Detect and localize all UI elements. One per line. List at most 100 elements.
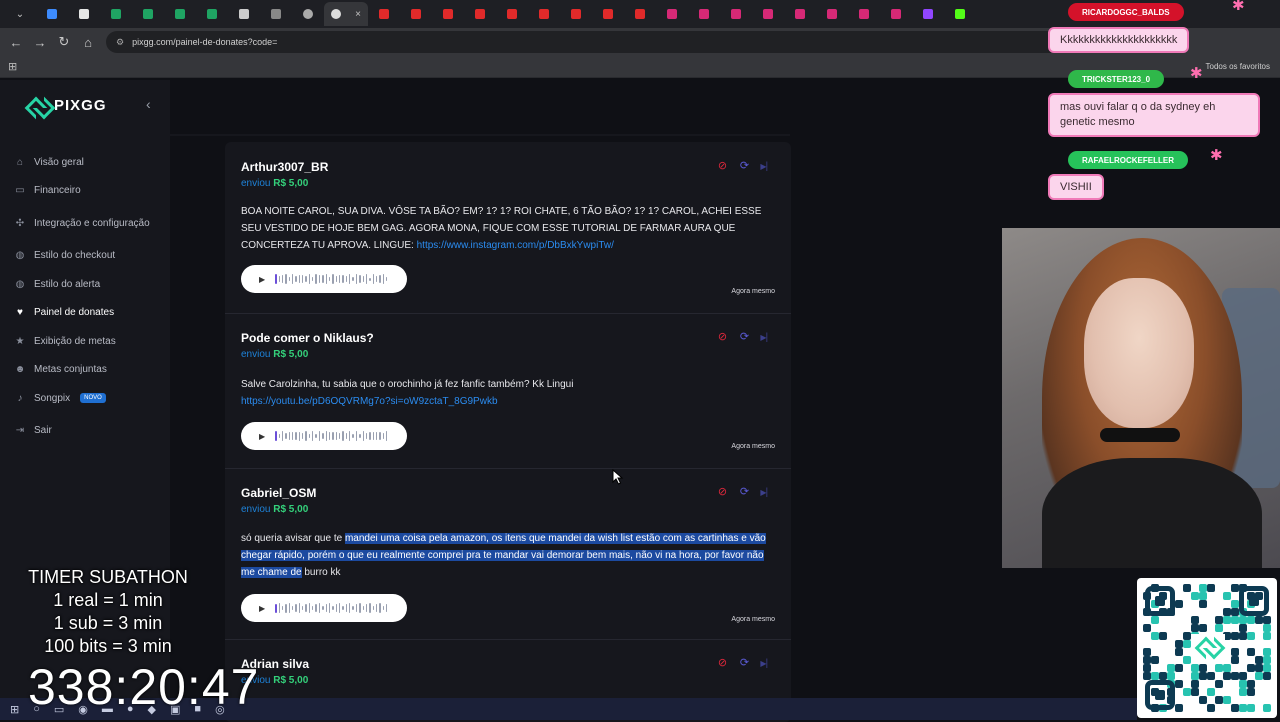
browser-tab[interactable] bbox=[464, 2, 496, 26]
audio-player[interactable]: ▶ bbox=[241, 265, 407, 293]
browser-tab[interactable] bbox=[880, 2, 912, 26]
browser-tab[interactable] bbox=[496, 2, 528, 26]
audio-player[interactable]: ▶ bbox=[241, 422, 407, 450]
windows-start-icon[interactable]: ⊞ bbox=[10, 703, 19, 716]
waveform-bar bbox=[338, 432, 341, 440]
browser-tab[interactable] bbox=[944, 2, 976, 26]
waveform-bar bbox=[349, 274, 351, 284]
play-icon[interactable]: ▶ bbox=[259, 432, 265, 441]
message-link[interactable]: https://youtu.be/pD6OQVRMg7o?si=oW9zctaT… bbox=[241, 396, 498, 407]
browser-tab[interactable] bbox=[292, 2, 324, 26]
waveform-bar bbox=[342, 431, 344, 441]
browser-tab[interactable] bbox=[912, 2, 944, 26]
replay-icon[interactable]: ⟳ bbox=[738, 331, 751, 344]
all-bookmarks-link[interactable]: Todos os favoritos bbox=[1206, 62, 1270, 71]
qr-module bbox=[1239, 640, 1247, 648]
play-icon[interactable]: ▶ bbox=[259, 604, 265, 613]
site-info-icon[interactable]: ⚙ bbox=[116, 37, 124, 48]
browser-tab[interactable] bbox=[560, 2, 592, 26]
qr-module bbox=[1231, 648, 1239, 656]
close-icon[interactable]: × bbox=[355, 9, 361, 20]
sidebar-item-visao-geral[interactable]: ⌂ Visão geral bbox=[14, 148, 164, 177]
browser-tab[interactable] bbox=[68, 2, 100, 26]
qr-module bbox=[1191, 672, 1199, 680]
browser-tab[interactable] bbox=[784, 2, 816, 26]
browser-tab[interactable] bbox=[528, 2, 560, 26]
browser-tab[interactable] bbox=[816, 2, 848, 26]
browser-tab[interactable] bbox=[752, 2, 784, 26]
home-icon[interactable]: ⌂ bbox=[76, 35, 100, 50]
sidebar-item-financeiro[interactable]: ▭ Financeiro bbox=[14, 177, 164, 206]
message-link[interactable]: https://www.instagram.com/p/DbBxkYwpiTw/ bbox=[417, 240, 614, 251]
block-icon[interactable]: ⊘ bbox=[716, 657, 729, 670]
qr-module bbox=[1247, 664, 1255, 672]
play-icon[interactable]: ▶ bbox=[259, 275, 265, 284]
sidebar-item-estilo-alerta[interactable]: ◍ Estilo do alerta bbox=[14, 270, 164, 299]
qr-module bbox=[1167, 632, 1175, 640]
collapse-sidebar-icon[interactable]: ‹ bbox=[146, 96, 151, 112]
waveform-bar bbox=[369, 277, 371, 281]
block-icon[interactable]: ⊘ bbox=[716, 486, 729, 499]
audio-waveform[interactable] bbox=[275, 274, 388, 284]
browser-tab[interactable] bbox=[196, 2, 228, 26]
back-icon[interactable]: ← bbox=[4, 35, 28, 50]
sidebar-item-integracao[interactable]: ✣ Integração e configuração bbox=[14, 209, 164, 238]
browser-tab[interactable] bbox=[400, 2, 432, 26]
browser-tab[interactable] bbox=[848, 2, 880, 26]
audio-waveform[interactable] bbox=[275, 431, 388, 441]
skip-icon[interactable]: ▶▏ bbox=[760, 657, 773, 670]
skip-icon[interactable]: ▶▏ bbox=[760, 486, 773, 499]
sidebar-item-metas-conjuntas[interactable]: ☻ Metas conjuntas bbox=[14, 356, 164, 385]
waveform-bar bbox=[288, 431, 290, 441]
browser-tab[interactable] bbox=[132, 2, 164, 26]
waveform-bar bbox=[315, 434, 317, 438]
waveform-bar bbox=[359, 603, 361, 613]
skip-icon[interactable]: ▶▏ bbox=[760, 160, 773, 173]
apps-grid-icon[interactable]: ⊞ bbox=[8, 60, 17, 73]
tab-menu-button[interactable]: ⌄ bbox=[4, 2, 36, 26]
sidebar-item-painel-donates[interactable]: ♥ Painel de donates bbox=[14, 299, 164, 328]
replay-icon[interactable]: ⟳ bbox=[738, 657, 751, 670]
qr-module bbox=[1175, 592, 1183, 600]
block-icon[interactable]: ⊘ bbox=[716, 331, 729, 344]
skip-icon[interactable]: ▶▏ bbox=[760, 331, 773, 344]
donation-actions: ⊘ ⟳ ▶▏ bbox=[716, 486, 773, 499]
pixgg-logo-icon bbox=[28, 99, 48, 113]
qr-module bbox=[1263, 688, 1271, 696]
sidebar-item-sair[interactable]: ⇥ Sair bbox=[14, 417, 164, 446]
browser-tab-active[interactable]: × bbox=[324, 2, 368, 26]
qr-module bbox=[1247, 624, 1255, 632]
browser-tab[interactable] bbox=[624, 2, 656, 26]
chat-message: mas ouvi falar q o da sydney eh genetic … bbox=[1048, 93, 1260, 137]
browser-tab[interactable] bbox=[228, 2, 260, 26]
chat-username: TRICKSTER123_0 bbox=[1082, 74, 1151, 84]
browser-tab[interactable] bbox=[368, 2, 400, 26]
reload-icon[interactable]: ↻ bbox=[52, 34, 76, 50]
sidebar-item-exibicao-metas[interactable]: ★ Exibição de metas bbox=[14, 327, 164, 356]
browser-tab[interactable] bbox=[720, 2, 752, 26]
browser-tab[interactable] bbox=[432, 2, 464, 26]
forward-icon[interactable]: → bbox=[28, 35, 52, 50]
replay-icon[interactable]: ⟳ bbox=[738, 486, 751, 499]
sidebar-item-label: Painel de donates bbox=[34, 307, 115, 319]
browser-tab[interactable] bbox=[592, 2, 624, 26]
sidebar-item-songpix[interactable]: ♪ Songpix NOVO bbox=[14, 384, 164, 413]
browser-tab[interactable] bbox=[656, 2, 688, 26]
qr-module bbox=[1183, 640, 1191, 648]
browser-tab[interactable] bbox=[688, 2, 720, 26]
browser-tab[interactable] bbox=[100, 2, 132, 26]
audio-waveform[interactable] bbox=[275, 603, 388, 613]
pixgg-logo[interactable]: PIXGG bbox=[28, 97, 107, 114]
sidebar-item-estilo-checkout[interactable]: ◍ Estilo do checkout bbox=[14, 242, 164, 271]
wallet-icon: ▭ bbox=[15, 185, 25, 197]
waveform-bar bbox=[369, 603, 371, 613]
browser-tab[interactable] bbox=[260, 2, 292, 26]
waveform-bar bbox=[335, 276, 337, 282]
audio-player[interactable]: ▶ bbox=[241, 594, 407, 622]
browser-tab[interactable] bbox=[164, 2, 196, 26]
block-icon[interactable]: ⊘ bbox=[716, 160, 729, 173]
browser-tab[interactable] bbox=[36, 2, 68, 26]
qr-module bbox=[1263, 632, 1271, 640]
replay-icon[interactable]: ⟳ bbox=[738, 160, 751, 173]
url-input[interactable]: ⚙ pixgg.com/painel-de-donates?code= bbox=[106, 31, 1186, 53]
